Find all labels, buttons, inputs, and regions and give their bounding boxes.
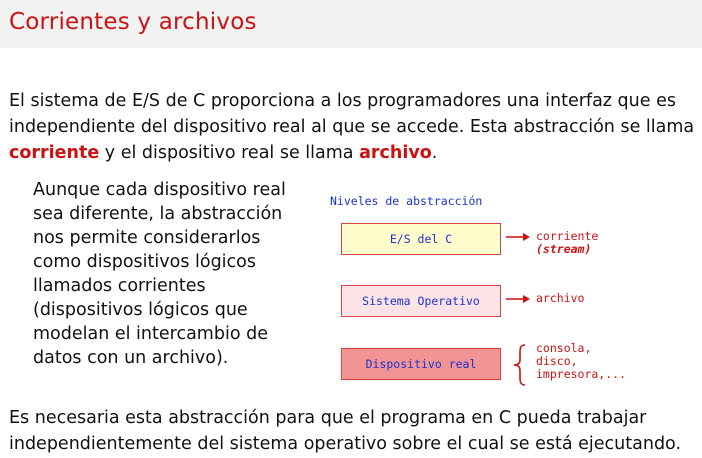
- device-impresora: impresora,...: [536, 367, 627, 381]
- label-devices: consola, disco, impresora,...: [536, 342, 626, 381]
- diagram-title: Niveles de abstracción: [330, 194, 483, 208]
- label-archivo: archivo: [536, 291, 585, 305]
- term-corriente: corriente: [9, 143, 100, 163]
- level-es-del-c: E/S del C: [341, 223, 501, 255]
- label-stream-text: (stream): [536, 242, 592, 256]
- level-sistema-operativo: Sistema Operativo: [341, 285, 501, 317]
- level-dispositivo-real: Dispositivo real: [341, 348, 501, 380]
- brace-icon: [513, 344, 526, 386]
- title-bar: Corrientes y archivos: [0, 0, 702, 48]
- term-archivo: archivo: [359, 143, 432, 163]
- intro-paragraph: El sistema de E/S de C proporciona a los…: [9, 88, 699, 166]
- label-corriente: corriente (stream): [536, 230, 598, 256]
- arrow-right-icon: [506, 295, 530, 303]
- side-paragraph: Aunque cada dispositivo real sea diferen…: [33, 180, 286, 368]
- slide-title: Corrientes y archivos: [9, 9, 257, 35]
- intro-text-3: .: [431, 143, 438, 163]
- intro-text-1: El sistema de E/S de C proporciona a los…: [9, 91, 695, 137]
- intro-text-2: y el dispositivo real se llama: [99, 143, 360, 163]
- arrow-right-icon: [506, 233, 530, 241]
- closing-paragraph: Es necesaria esta abstracción para que e…: [9, 408, 682, 454]
